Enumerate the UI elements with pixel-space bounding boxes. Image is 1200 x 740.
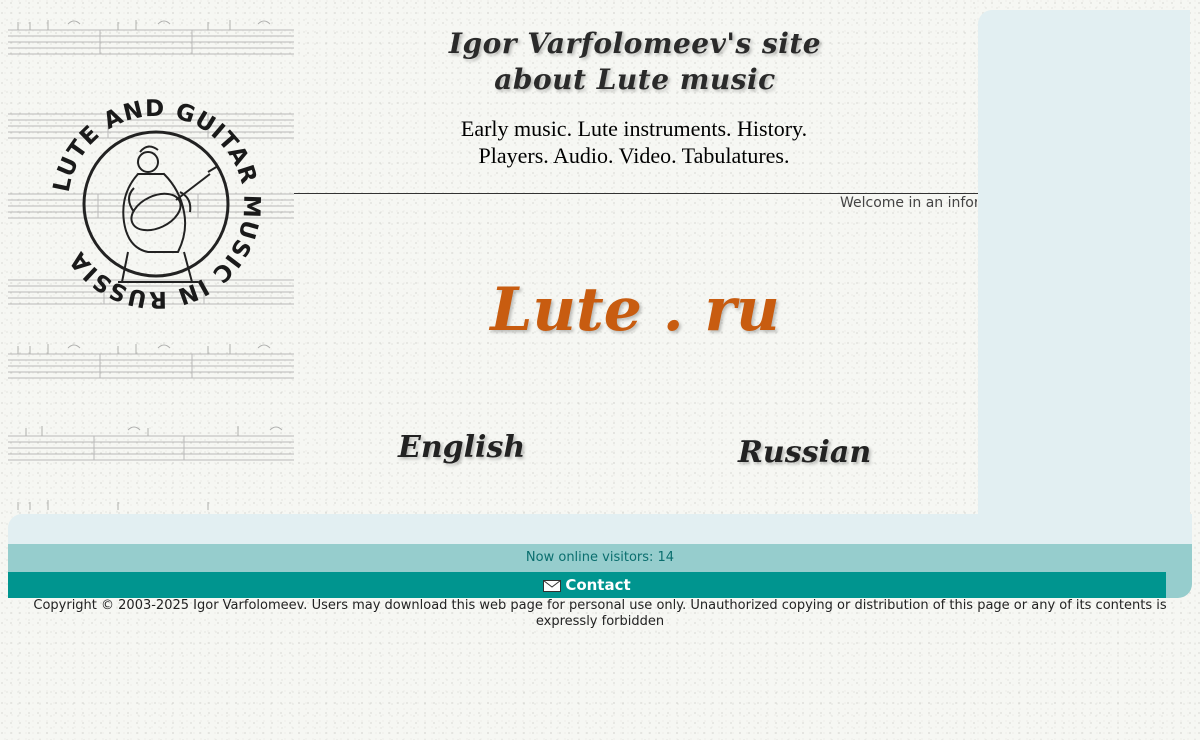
contact-label: Contact [565, 576, 631, 594]
site-title-line2: about Lute music [494, 63, 776, 96]
tablature-staff [8, 20, 294, 55]
site-title-line1: Igor Varfolomeev's site [448, 27, 822, 60]
footer-top-band [8, 514, 1192, 544]
welcome-ticker: Welcome in an informational site about l… [294, 194, 977, 214]
english-link[interactable]: English [398, 428, 525, 468]
online-visitors-bar: Now online visitors: 14 [8, 544, 1192, 572]
russian-link[interactable]: Russian [738, 433, 871, 473]
welcome-ticker-text: Welcome in an informational site about l… [840, 195, 977, 211]
tagline-line2: Players. Audio. Video. Tabulatures. [478, 143, 790, 168]
copyright-notice: Copyright © 2003-2025 Igor Varfolomeev. … [33, 598, 1167, 629]
svg-text:LUTE AND GUITAR MUSIC IN RUSSI: LUTE AND GUITAR MUSIC IN RUSSIA [49, 96, 264, 312]
contact-link[interactable]: Contact [543, 576, 631, 594]
tagline-line1: Early music. Lute instruments. History. [460, 116, 808, 141]
site-logo[interactable]: Lute . ru [490, 272, 780, 348]
tablature-staff [8, 426, 294, 461]
envelope-icon [543, 580, 562, 592]
right-side-panel [978, 10, 1190, 514]
tablature-staff [8, 344, 294, 379]
site-tagline: Early music. Lute instruments. History. … [384, 115, 884, 169]
lute-player-emblem: LUTE AND GUITAR MUSIC IN RUSSIA [49, 96, 264, 312]
contact-bar: Contact [8, 572, 1166, 598]
sheet-music-background: LUTE AND GUITAR MUSIC IN RUSSIA [8, 8, 294, 516]
site-title: Igor Varfolomeev's site about Lute music [420, 26, 850, 98]
footer-corner [1166, 572, 1192, 598]
online-visitors-count: Now online visitors: 14 [525, 550, 675, 565]
tablature-staff [17, 500, 209, 510]
